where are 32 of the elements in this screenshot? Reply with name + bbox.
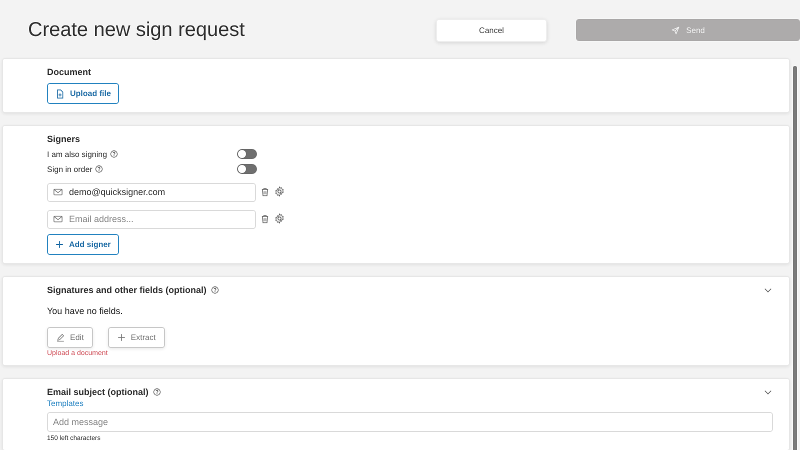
templates-link[interactable]: Templates: [47, 399, 84, 408]
toggle-switch[interactable]: [237, 164, 257, 174]
help-icon: [95, 165, 104, 173]
plus-icon: [55, 240, 64, 249]
message-field[interactable]: Add message: [47, 412, 773, 432]
email-field[interactable]: demo@quicksigner.com: [47, 182, 256, 202]
help-icon: [110, 150, 118, 158]
section-title: Document: [47, 67, 92, 77]
send-icon: [671, 26, 680, 34]
settings-icon[interactable]: [274, 186, 285, 197]
page-title: Create new sign request: [28, 18, 246, 42]
extract-button[interactable]: Extract: [108, 327, 165, 348]
add-signer-button[interactable]: Add signer: [47, 234, 119, 255]
toggle-switch[interactable]: [237, 149, 257, 159]
trash-icon[interactable]: [260, 186, 270, 196]
cancel-button[interactable]: Cancel: [436, 18, 547, 42]
section-title: Signers: [47, 134, 80, 144]
settings-icon[interactable]: [274, 213, 285, 224]
file-plus-icon: [55, 88, 65, 98]
section-title: Signatures and other fields (optional): [47, 285, 207, 295]
email-field[interactable]: Email address...: [47, 210, 256, 228]
section-title: Email subject (optional): [47, 387, 149, 397]
empty-message: You have no fields.: [47, 306, 123, 316]
option-label: I am also signing: [47, 150, 108, 158]
option-label: Sign in order: [47, 164, 92, 174]
edit-button[interactable]: Edit: [47, 327, 93, 348]
pencil-icon: [56, 333, 65, 342]
trash-icon[interactable]: [260, 214, 270, 224]
upload-file-button[interactable]: Upload file: [47, 83, 119, 104]
help-icon: [152, 388, 161, 396]
help-icon: [210, 286, 219, 294]
plus-icon: [116, 333, 126, 342]
